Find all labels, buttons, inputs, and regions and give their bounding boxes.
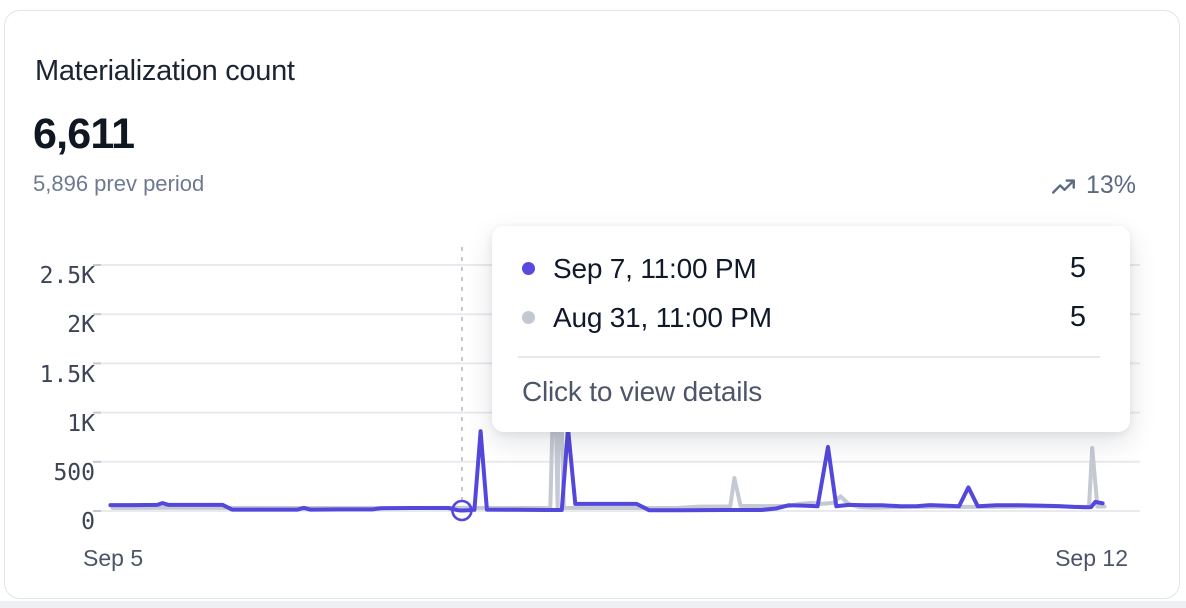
y-axis-tick-label: 1.5K xyxy=(5,361,95,389)
tooltip-row-label: Sep 7, 11:00 PM xyxy=(553,253,757,285)
current-period-dot-icon xyxy=(522,262,535,275)
tooltip-row-label: Aug 31, 11:00 PM xyxy=(553,302,772,334)
y-axis-tick-label: 2K xyxy=(5,311,95,339)
tooltip-footer-hint[interactable]: Click to view details xyxy=(522,370,1086,414)
chart-hover-tooltip: Sep 7, 11:00 PM 5 Aug 31, 11:00 PM 5 Cli… xyxy=(492,226,1130,432)
x-axis-label-end: Sep 12 xyxy=(1055,545,1128,572)
materialization-count-card-page: Materialization count 6,611 5,896 prev p… xyxy=(0,0,1186,608)
x-axis-label-start: Sep 5 xyxy=(83,545,143,572)
y-axis-tick-label: 500 xyxy=(5,459,95,487)
y-axis-tick-label: 0 xyxy=(5,508,95,536)
previous-period-dot-icon xyxy=(522,311,535,324)
tooltip-row-value: 5 xyxy=(1070,252,1086,285)
y-axis-tick-label: 1K xyxy=(5,410,95,438)
y-axis-tick-label: 2.5K xyxy=(5,262,95,290)
tooltip-row-previous: Aug 31, 11:00 PM 5 xyxy=(522,293,1086,342)
tooltip-row-current: Sep 7, 11:00 PM 5 xyxy=(522,244,1086,293)
tooltip-row-value: 5 xyxy=(1070,301,1086,334)
tooltip-divider xyxy=(518,356,1100,358)
